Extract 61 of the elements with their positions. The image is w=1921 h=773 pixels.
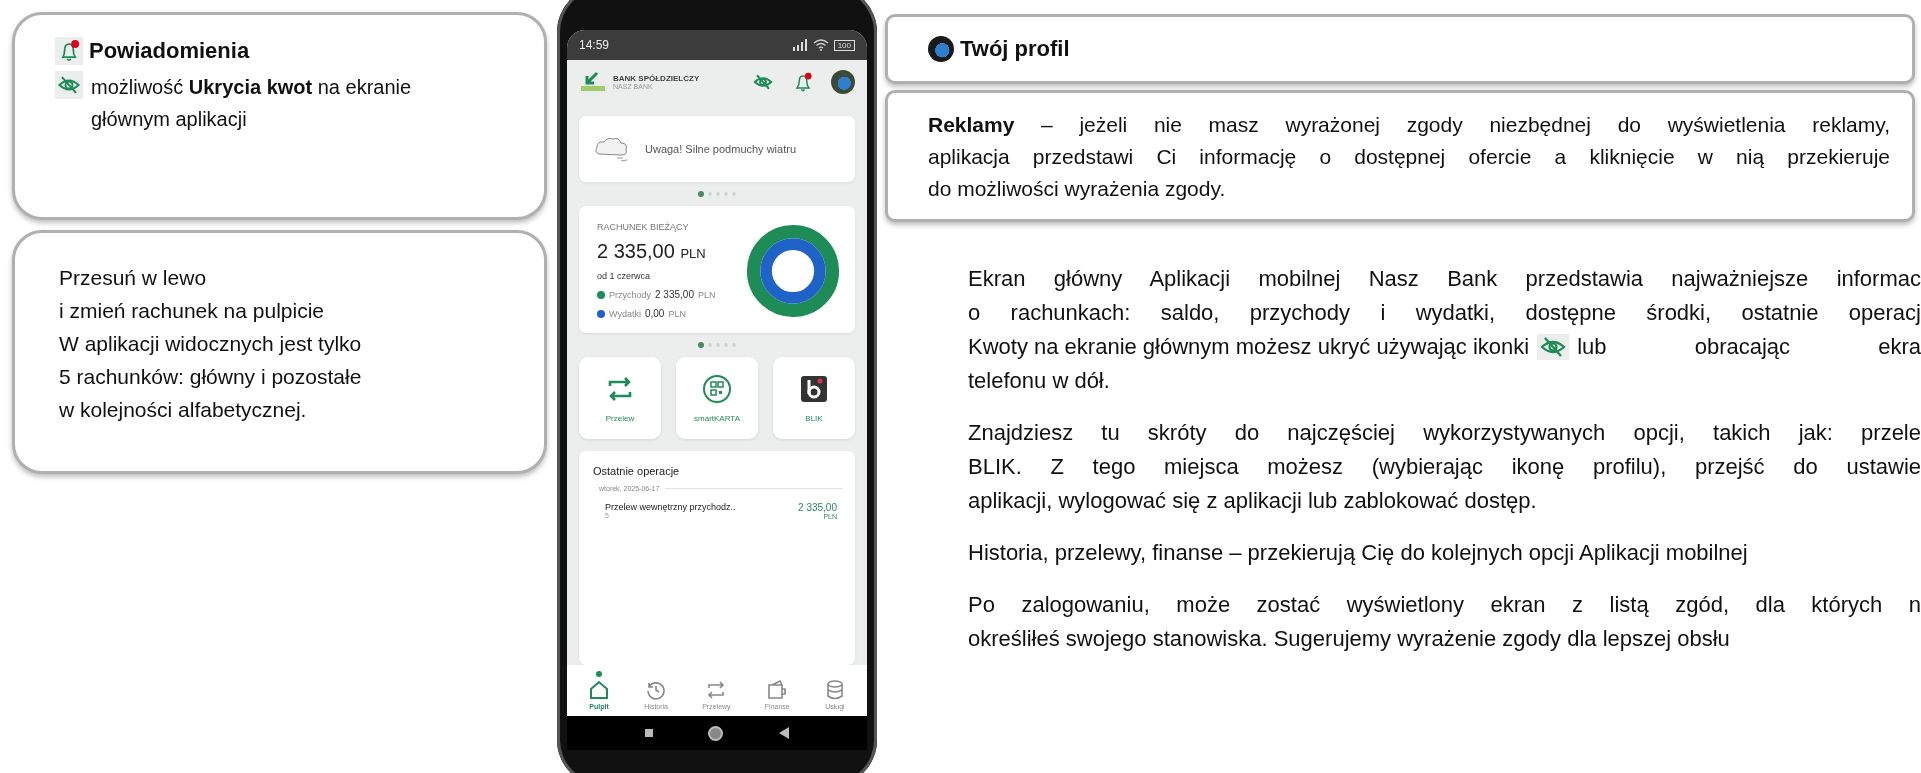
callout-text-line: w kolejności alfabetycznej. xyxy=(59,397,308,423)
back-icon[interactable] xyxy=(779,727,790,739)
currency-label: PLN xyxy=(668,308,686,319)
callout-text-line: W aplikacji widocznych jest tylko xyxy=(59,331,363,357)
currency-label: PLN xyxy=(697,289,716,300)
paragraph-line: aplikacji, wylogować się z aplikacji lub zablokować dostęp. xyxy=(968,487,1538,515)
operation-amount: 2 335,00 xyxy=(798,502,837,513)
paragraph-line: telefonu w dół. xyxy=(968,367,1111,395)
paragraph-line: określiłeś swojego stanowiska. Sugerujemy wyrażenie zgody dla lepszej obsłu xyxy=(968,625,1731,653)
callout-text-line: do możliwości wyrażenia zgody. xyxy=(928,176,1227,202)
status-time: 14:59 xyxy=(579,38,610,52)
callout-text-line: aplikacja przedstawi Ci informację o dostępnej ofercie a kliknięcie w nią przekieruje xyxy=(928,144,1890,170)
active-dot xyxy=(596,671,603,677)
home-icon xyxy=(588,679,611,701)
carousel-dot[interactable] xyxy=(698,191,704,197)
callout-text-line: i zmień rachunek na pulpicie xyxy=(59,298,325,324)
callout-title: Powiadomienia xyxy=(89,38,250,64)
operation-title: Przelew wewnętrzny przychodz.. xyxy=(605,502,736,512)
paragraph-line: Historia, przelewy, finanse – przekierują Cię do kolejnych opcji Aplikacji mobilnej xyxy=(968,539,1749,567)
signal-icon xyxy=(791,39,808,51)
alert-text: Uwaga! Silne podmuchy wiatru xyxy=(645,143,797,155)
shortcut-button[interactable]: smartKARTA xyxy=(676,357,758,439)
qr-code-icon xyxy=(702,373,732,404)
callout-text: możliwość Ukrycia kwot na ekranie głównym aplikacji xyxy=(91,75,413,132)
carousel-dot[interactable] xyxy=(698,342,704,348)
shortcut-button[interactable]: Przelew xyxy=(579,357,661,439)
callout-title: Twój profil xyxy=(960,36,1070,62)
battery-level: 100 xyxy=(833,39,855,51)
home-icon[interactable] xyxy=(708,725,724,741)
bank-name: BANK SPÓŁDZIELCZY xyxy=(613,74,701,83)
paragraph-line: Po zalogowaniu, może zostać wyświetlony ekran z listą zgód, dla których n xyxy=(968,591,1921,619)
period-label: od 1 czerwca xyxy=(597,271,652,281)
recents-icon[interactable] xyxy=(644,729,653,737)
bell-icon xyxy=(55,37,83,65)
account-balance: 2 335,00 xyxy=(597,240,675,262)
legend-amount: 2 335,00 xyxy=(655,289,694,300)
eye-slash-icon xyxy=(55,71,83,99)
wallet-icon xyxy=(766,679,789,701)
paragraph-line: Ekran główny Aplikacji mobilnej Nasz Bank przedstawia najważniejsze informac xyxy=(968,265,1921,293)
paragraph-line: o rachunkach: saldo, przychody i wydatki, dostępne środki, ostatnie operacj xyxy=(968,299,1921,327)
callout-text-line: 5 rachunków: główny i pozostałe xyxy=(59,364,363,390)
legend-label: Wydatki xyxy=(609,308,641,319)
wifi-icon xyxy=(812,39,829,51)
history-icon xyxy=(645,679,668,701)
account-name: RACHUNEK BIEŻĄCY xyxy=(597,222,690,232)
avatar-icon xyxy=(928,36,954,62)
section-title: Ostatnie operacje xyxy=(593,465,681,477)
legend-amount: 0,00 xyxy=(644,308,665,319)
legend-label: Przychody xyxy=(609,289,652,300)
paragraph-line: lub obracając ekra xyxy=(1577,333,1921,361)
paragraph-line: Znajdziesz tu skróty do najczęściej wykorzystywanych opcji, takich jak: przele xyxy=(968,419,1921,447)
currency-label: PLN xyxy=(680,246,706,261)
callout-text-line: Reklamy – jeżeli nie masz wyrażonej zgody niezbędnej do wyświetlenia reklamy, xyxy=(928,112,1890,138)
account-card[interactable]: RACHUNEK BIEŻĄCY 2 335,00 PLN od 1 czerwca Przychody 2 335,00 PLN Wydatki 0,00 PLN xyxy=(579,206,855,333)
avatar-icon[interactable] xyxy=(831,70,855,94)
paragraph-line: BLIK. Z tego miejsca możesz (wybierając ikonę profilu), przejść do ustawie xyxy=(968,453,1921,481)
eye-slash-icon xyxy=(1537,334,1570,360)
shortcut-button[interactable]: BLIK xyxy=(773,357,855,439)
paragraph-line: Kwoty na ekranie głównym możesz ukryć używając ikonki xyxy=(968,333,1530,361)
callout-text-line: Przesuń w lewo xyxy=(59,265,208,291)
blik-logo-icon xyxy=(799,373,829,404)
